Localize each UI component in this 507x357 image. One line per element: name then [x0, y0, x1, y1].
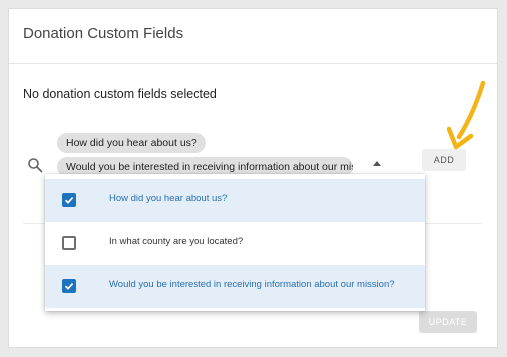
- custom-fields-dropdown: How did you hear about us? In what count…: [45, 174, 425, 311]
- option-label: Would you be interested in receiving inf…: [109, 279, 395, 290]
- checkbox-checked-icon[interactable]: [62, 279, 76, 293]
- dropdown-option[interactable]: How did you hear about us?: [45, 179, 425, 222]
- checkbox-checked-icon[interactable]: [62, 193, 76, 207]
- card-title: Donation Custom Fields: [23, 25, 184, 42]
- dropdown-option[interactable]: In what county are you located?: [45, 222, 425, 265]
- option-label: How did you hear about us?: [109, 193, 228, 204]
- selected-chip[interactable]: How did you hear about us?: [57, 133, 206, 153]
- option-label: In what county are you located?: [109, 236, 244, 247]
- caret-up-icon[interactable]: [373, 161, 381, 166]
- arrow-annotation-icon: [446, 80, 486, 150]
- checkbox-unchecked-icon[interactable]: [62, 236, 76, 250]
- dropdown-option[interactable]: Would you be interested in receiving inf…: [45, 265, 425, 308]
- search-icon: [28, 158, 43, 173]
- empty-fields-message: No donation custom fields selected: [23, 87, 217, 101]
- update-button[interactable]: UPDATE: [419, 311, 477, 333]
- card-header: Donation Custom Fields: [9, 9, 497, 64]
